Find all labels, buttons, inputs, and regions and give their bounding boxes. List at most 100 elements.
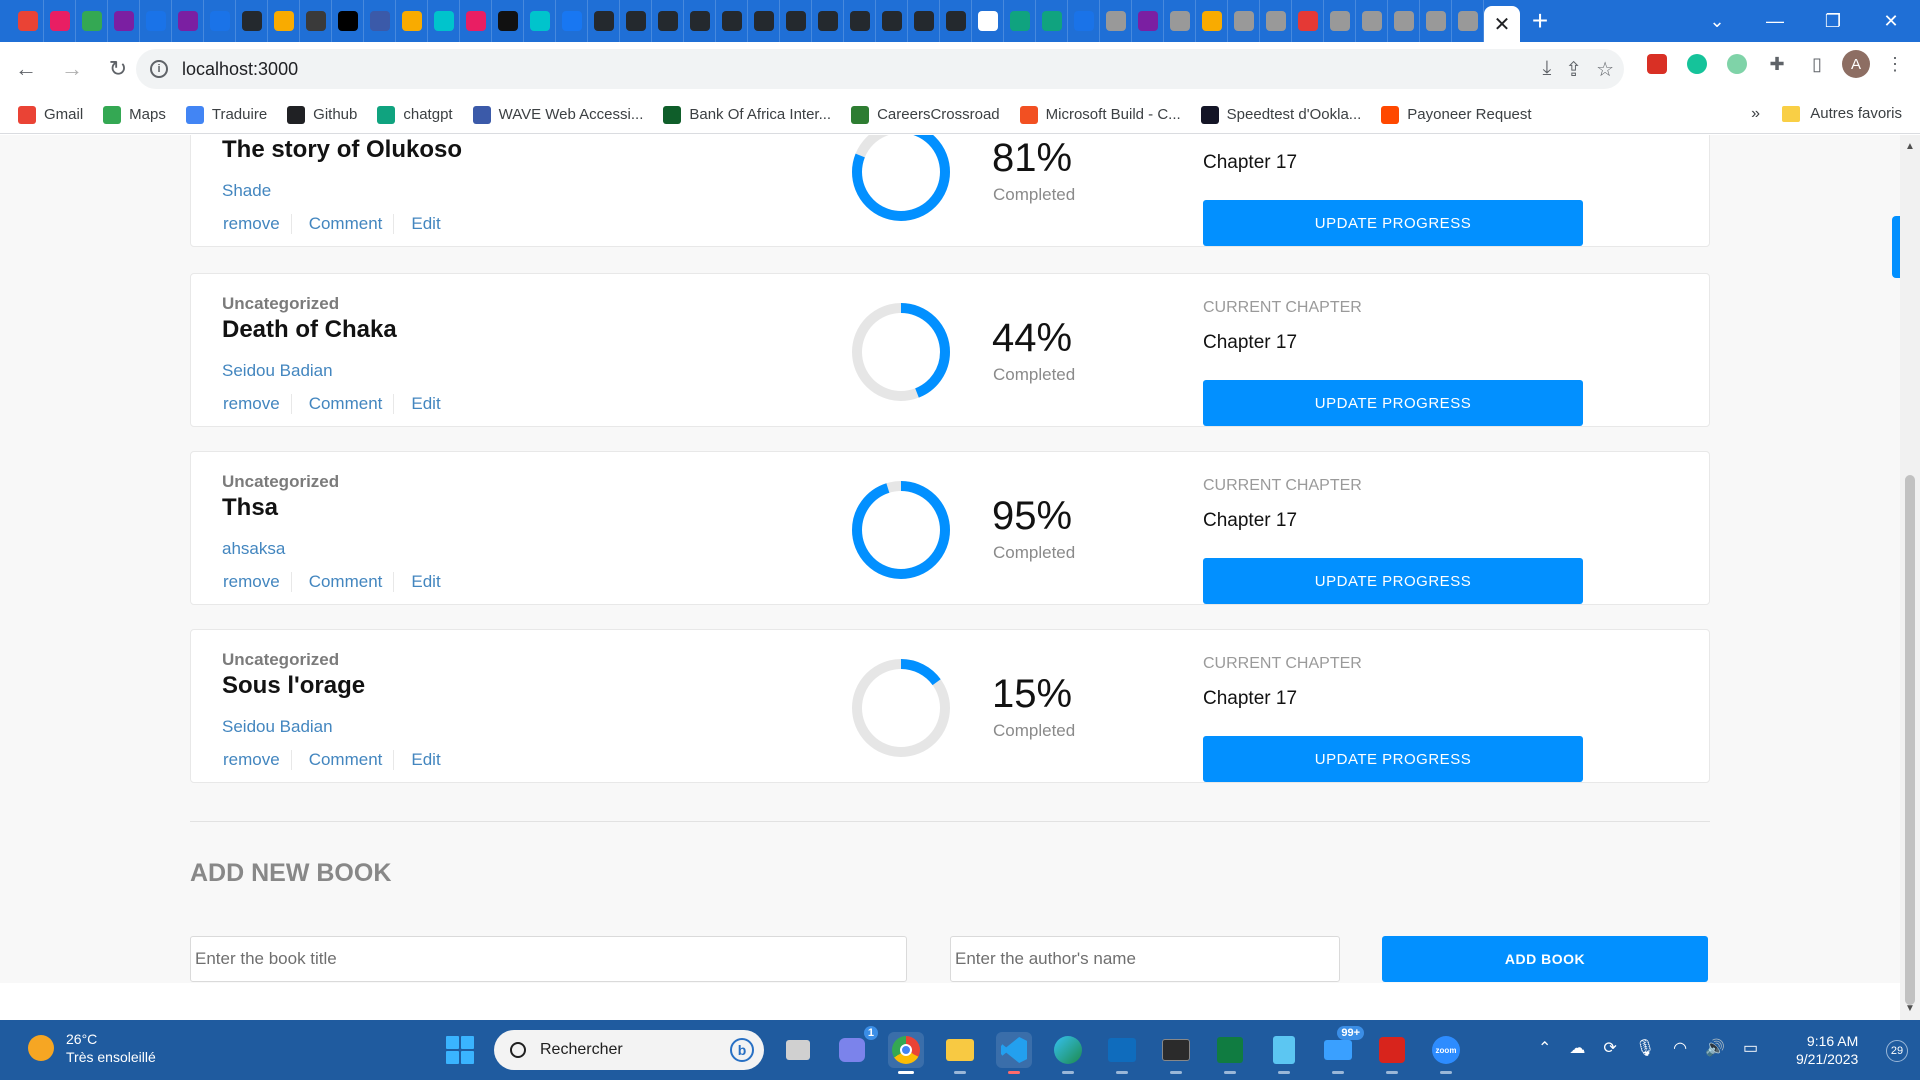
pinned-tab[interactable]: [428, 0, 460, 42]
pinned-tab[interactable]: [492, 0, 524, 42]
pinned-tab[interactable]: [972, 0, 1004, 42]
address-bar[interactable]: i localhost:3000 ⤓ ⇪ ☆: [136, 49, 1624, 89]
pinned-tab[interactable]: [140, 0, 172, 42]
remove-button[interactable]: remove: [222, 214, 291, 234]
mail-icon[interactable]: 99+: [1320, 1026, 1364, 1074]
scroll-up-arrow-icon[interactable]: ▲: [1905, 141, 1915, 152]
update-progress-button[interactable]: UPDATE PROGRESS: [1203, 736, 1583, 782]
chrome-icon[interactable]: [888, 1032, 924, 1074]
extension-color-icon[interactable]: [1722, 49, 1752, 79]
pinned-tab[interactable]: [396, 0, 428, 42]
pinned-tab[interactable]: [1228, 0, 1260, 42]
comment-button[interactable]: Comment: [290, 750, 394, 770]
comment-button[interactable]: Comment: [290, 572, 394, 592]
pinned-tab[interactable]: [1292, 0, 1324, 42]
pinned-tab[interactable]: [1164, 0, 1196, 42]
pinned-tab[interactable]: [12, 0, 44, 42]
weather-widget[interactable]: 26°C Très ensoleillé: [28, 1030, 156, 1066]
other-bookmarks-folder[interactable]: Autres favoris: [1782, 105, 1902, 122]
update-progress-button[interactable]: UPDATE PROGRESS: [1203, 558, 1583, 604]
remove-button[interactable]: remove: [222, 394, 291, 414]
pinned-tab[interactable]: [620, 0, 652, 42]
pinned-tab[interactable]: [1356, 0, 1388, 42]
pinned-tab[interactable]: [1420, 0, 1452, 42]
onedrive-cloud-icon[interactable]: ☁: [1569, 1038, 1585, 1058]
file-explorer-icon[interactable]: [942, 1032, 978, 1074]
update-progress-button[interactable]: UPDATE PROGRESS: [1203, 200, 1583, 246]
edit-button[interactable]: Edit: [393, 214, 451, 234]
book-title-input[interactable]: [190, 936, 907, 982]
windows-start-icon[interactable]: [446, 1036, 474, 1064]
microphone-icon[interactable]: 🎙: [1635, 1038, 1655, 1058]
pinned-tab[interactable]: [76, 0, 108, 42]
pinned-tab[interactable]: [716, 0, 748, 42]
pinned-tab[interactable]: [1036, 0, 1068, 42]
comment-button[interactable]: Comment: [290, 394, 394, 414]
book-author[interactable]: Seidou Badian: [222, 717, 333, 737]
grammarly-icon[interactable]: [1682, 49, 1712, 79]
pinned-tab[interactable]: [1132, 0, 1164, 42]
taskbar-clock[interactable]: 9:16 AM 9/21/2023: [1796, 1032, 1858, 1068]
site-info-icon[interactable]: i: [150, 60, 168, 78]
pinned-tab[interactable]: [844, 0, 876, 42]
pinned-tab[interactable]: [1100, 0, 1132, 42]
bookmark-item[interactable]: Traduire: [185, 105, 267, 124]
pinned-tab[interactable]: [236, 0, 268, 42]
pinned-tab[interactable]: [1196, 0, 1228, 42]
new-tab-button[interactable]: +: [1520, 0, 1560, 42]
bookmark-item[interactable]: Maps: [103, 105, 166, 124]
pinned-tab[interactable]: [1260, 0, 1292, 42]
install-app-icon[interactable]: ⤓: [1542, 57, 1551, 82]
pinned-tab[interactable]: [1388, 0, 1420, 42]
profile-avatar[interactable]: A: [1842, 50, 1870, 78]
pinned-tab[interactable]: [332, 0, 364, 42]
taskbar-search[interactable]: Rechercher b: [494, 1030, 764, 1070]
pinned-tab[interactable]: [204, 0, 236, 42]
pinned-tab[interactable]: [684, 0, 716, 42]
outlook-icon[interactable]: [1104, 1032, 1140, 1074]
maximize-button[interactable]: ❐: [1804, 0, 1862, 42]
bookmark-item[interactable]: chatgpt: [377, 105, 453, 124]
side-panel-icon[interactable]: ▯: [1802, 49, 1832, 79]
pinned-tab[interactable]: [748, 0, 780, 42]
notification-count[interactable]: 29: [1886, 1040, 1908, 1062]
bookmark-item[interactable]: WAVE Web Accessi...: [472, 105, 643, 124]
pinned-tab[interactable]: [1324, 0, 1356, 42]
reload-button[interactable]: ↻: [98, 49, 138, 89]
pinned-tab[interactable]: [44, 0, 76, 42]
pinned-tab[interactable]: [300, 0, 332, 42]
edit-button[interactable]: Edit: [393, 394, 451, 414]
wifi-icon[interactable]: ◠: [1673, 1038, 1687, 1058]
bookmarks-overflow-button[interactable]: »: [1751, 105, 1760, 123]
close-window-button[interactable]: ✕: [1862, 0, 1920, 42]
back-button[interactable]: ←: [6, 49, 46, 89]
bing-icon[interactable]: b: [730, 1038, 754, 1062]
edit-button[interactable]: Edit: [393, 750, 451, 770]
terminal-icon[interactable]: [1158, 1032, 1194, 1074]
scroll-down-arrow-icon[interactable]: ▼: [1905, 1003, 1915, 1014]
remove-button[interactable]: remove: [222, 572, 291, 592]
forward-button[interactable]: →: [52, 49, 92, 89]
bookmark-item[interactable]: Github: [287, 105, 357, 124]
pinned-tab[interactable]: [172, 0, 204, 42]
pinned-tab[interactable]: [1004, 0, 1036, 42]
active-tab-close-icon[interactable]: ✕: [1484, 6, 1520, 42]
sync-icon[interactable]: ⟳: [1603, 1038, 1616, 1058]
comment-button[interactable]: Comment: [290, 214, 394, 234]
pinned-tab[interactable]: [588, 0, 620, 42]
bookmark-item[interactable]: Microsoft Build - C...: [1019, 105, 1181, 124]
bookmark-item[interactable]: CareersCrossroad: [851, 105, 1000, 124]
author-name-input[interactable]: [950, 936, 1340, 982]
acrobat-icon[interactable]: [1374, 1032, 1410, 1074]
book-author[interactable]: ahsaksa: [222, 539, 285, 559]
pinned-tab[interactable]: [268, 0, 300, 42]
page-scrollbar[interactable]: ▲ ▼: [1900, 135, 1920, 1020]
minimize-button[interactable]: —: [1746, 0, 1804, 42]
tray-overflow-chevron-icon[interactable]: ⌃: [1538, 1038, 1551, 1058]
pinned-tab[interactable]: [780, 0, 812, 42]
pinned-tab[interactable]: [524, 0, 556, 42]
bookmark-item[interactable]: Bank Of Africa Inter...: [663, 105, 831, 124]
pinned-tab[interactable]: [876, 0, 908, 42]
pinned-tab[interactable]: [108, 0, 140, 42]
pinned-tab[interactable]: [1452, 0, 1484, 42]
